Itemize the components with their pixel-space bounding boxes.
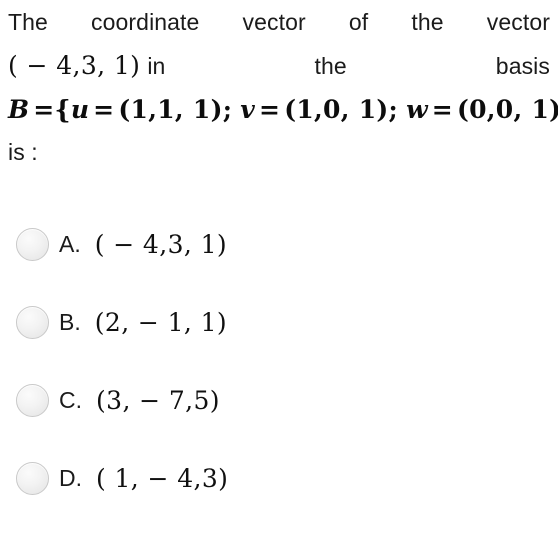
coordinate-vector-value: ( − 4,3, 1) (8, 51, 141, 80)
option-letter-b: B. (59, 308, 81, 335)
option-row-a[interactable]: A. ( − 4,3, 1) (0, 205, 558, 283)
question-block: The coordinate vector of the vector ( − … (8, 0, 558, 172)
basis-vector-u-equals: = (93, 95, 115, 124)
question-word-basis: basis (495, 53, 550, 79)
basis-separator: ; (222, 95, 233, 124)
question-line-1: The coordinate vector of the vector (8, 0, 550, 44)
question-word: vector (486, 9, 550, 35)
basis-name: B (8, 95, 30, 124)
basis-equals: = (33, 95, 55, 124)
basis-vector-u-value: (1,1, 1) (118, 95, 223, 124)
basis-open-brace: { (54, 95, 71, 124)
basis-vector-w-value: (0,0, 1) (456, 95, 558, 124)
question-word: vector (242, 9, 306, 35)
basis-vector-w-name: w (406, 95, 428, 124)
option-value-c: (3, − 7,5) (96, 385, 220, 415)
basis-separator: ; (388, 95, 399, 124)
basis-vector-v-name: v (240, 95, 255, 124)
option-letter-d: D. (59, 464, 82, 491)
option-value-a: ( − 4,3, 1) (94, 229, 228, 259)
basis-vector-v-equals: = (258, 95, 281, 124)
vector-and-in-group: ( − 4,3, 1) in (8, 44, 165, 88)
question-word-the: the (314, 53, 347, 79)
option-row-b[interactable]: B. (2, − 1, 1) (0, 283, 558, 361)
radio-button-c[interactable] (16, 383, 49, 417)
question-word: the (411, 9, 444, 35)
question-line-2: ( − 4,3, 1) in the basis (8, 44, 550, 88)
radio-button-d[interactable] (16, 461, 49, 495)
option-row-c[interactable]: C. (3, − 7,5) (0, 361, 558, 439)
question-word: The (8, 9, 48, 35)
question-word: coordinate (91, 9, 200, 35)
basis-vector-v-value: (1,0, 1) (284, 95, 389, 124)
option-value-b: (2, − 1, 1) (94, 307, 228, 337)
answer-options-list: A. ( − 4,3, 1) B. (2, − 1, 1) C. (3, − 7… (0, 205, 558, 517)
option-letter-c: C. (59, 386, 82, 413)
basis-vector-u-name: u (70, 95, 90, 124)
question-word: of (348, 9, 369, 35)
question-word-in: in (147, 53, 166, 79)
is-label: is : (8, 139, 38, 165)
basis-definition-line: B={u=(1,1, 1);v=(1,0, 1);w=(0,0, 1)} (8, 88, 558, 132)
option-value-d: ( 1, − 4,3) (96, 463, 229, 493)
basis-vector-w-equals: = (431, 95, 453, 124)
radio-button-a[interactable] (16, 227, 49, 261)
radio-button-b[interactable] (16, 305, 49, 339)
option-letter-a: A. (59, 230, 81, 257)
question-line-is: is : (8, 132, 550, 172)
option-row-d[interactable]: D. ( 1, − 4,3) (0, 439, 558, 517)
